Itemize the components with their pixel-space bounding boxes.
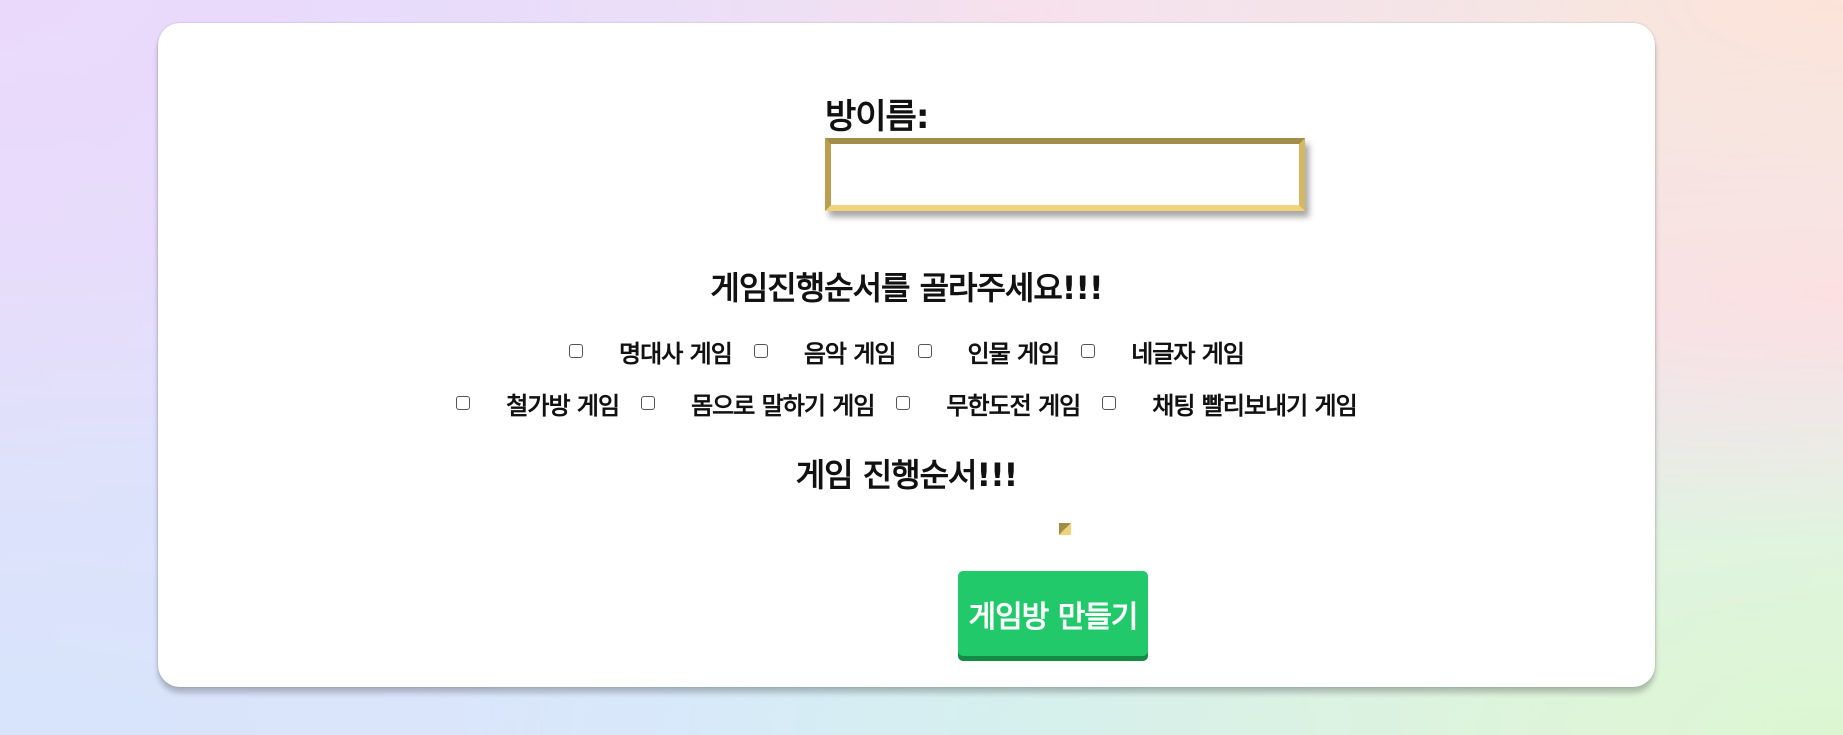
game-checkbox[interactable]: [569, 344, 584, 358]
game-option[interactable]: 무한도전 게임: [896, 386, 1081, 421]
game-option-label: 무한도전 게임: [946, 391, 1081, 420]
game-checkbox[interactable]: [641, 396, 656, 410]
game-option[interactable]: 네글자 게임: [1081, 334, 1245, 369]
game-option[interactable]: 몸으로 말하기 게임: [641, 386, 875, 421]
game-option-label: 네글자 게임: [1131, 339, 1245, 368]
room-name-label: 방이름:: [825, 97, 929, 137]
game-checkbox[interactable]: [1081, 344, 1096, 358]
game-checkbox[interactable]: [753, 344, 768, 358]
game-option-label: 철가방 게임: [506, 391, 620, 420]
game-checkbox[interactable]: [456, 396, 471, 410]
game-option-label: 몸으로 말하기 게임: [691, 391, 875, 420]
create-room-button[interactable]: 게임방 만들기: [958, 571, 1148, 656]
game-checkbox-row-2: 철가방 게임 몸으로 말하기 게임 무한도전 게임 채팅 빨리보내기 게임: [158, 385, 1655, 421]
game-option[interactable]: 철가방 게임: [456, 386, 620, 421]
game-order-heading: 게임 진행순서!!!: [795, 456, 1019, 494]
game-option[interactable]: 인물 게임: [917, 334, 1061, 369]
game-checkbox-row-1: 명대사 게임 음악 게임 인물 게임 네글자 게임: [158, 333, 1655, 369]
game-option[interactable]: 음악 게임: [753, 334, 897, 369]
room-name-input[interactable]: [825, 138, 1305, 211]
order-prompt-heading: 게임진행순서를 골라주세요!!!: [710, 269, 1103, 307]
game-option-label: 채팅 빨리보내기 게임: [1152, 391, 1357, 420]
game-checkbox[interactable]: [917, 344, 932, 358]
game-checkbox[interactable]: [896, 396, 911, 410]
game-option-label: 인물 게임: [967, 339, 1061, 368]
game-option-label: 명대사 게임: [619, 339, 733, 368]
game-checkbox[interactable]: [1102, 396, 1117, 410]
game-option-label: 음악 게임: [803, 339, 897, 368]
game-option[interactable]: 채팅 빨리보내기 게임: [1102, 386, 1358, 421]
create-room-card: 방이름: 게임진행순서를 골라주세요!!! 명대사 게임 음악 게임 인물 게임…: [158, 23, 1655, 687]
game-option[interactable]: 명대사 게임: [569, 334, 733, 369]
game-order-display: [1059, 523, 1071, 535]
